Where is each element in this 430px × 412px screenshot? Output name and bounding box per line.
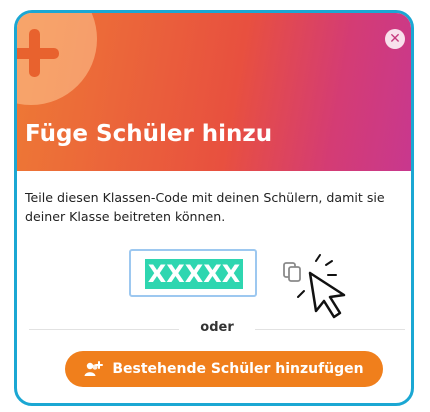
divider-line-left: [29, 329, 179, 330]
divider: oder: [17, 317, 411, 341]
close-icon[interactable]: ✕: [385, 29, 405, 49]
divider-text: oder: [200, 320, 234, 335]
plus-icon: [17, 29, 59, 77]
dialog-header: ✕ Füge Schüler hinzu: [17, 13, 411, 171]
dialog-title: Füge Schüler hinzu: [25, 121, 273, 147]
add-students-dialog: ✕ Füge Schüler hinzu Teile diesen Klasse…: [14, 10, 414, 406]
class-code-value[interactable]: XXXXX: [145, 259, 243, 289]
dialog-description: Teile diesen Klassen-Code mit deinen Sch…: [25, 190, 385, 224]
add-existing-button-label: Bestehende Schüler hinzufügen: [112, 361, 364, 377]
add-existing-students-button[interactable]: Bestehende Schüler hinzufügen: [65, 351, 383, 387]
divider-line-right: [255, 329, 405, 330]
add-students-icon: [84, 361, 104, 376]
class-code-field[interactable]: XXXXX: [129, 249, 257, 297]
